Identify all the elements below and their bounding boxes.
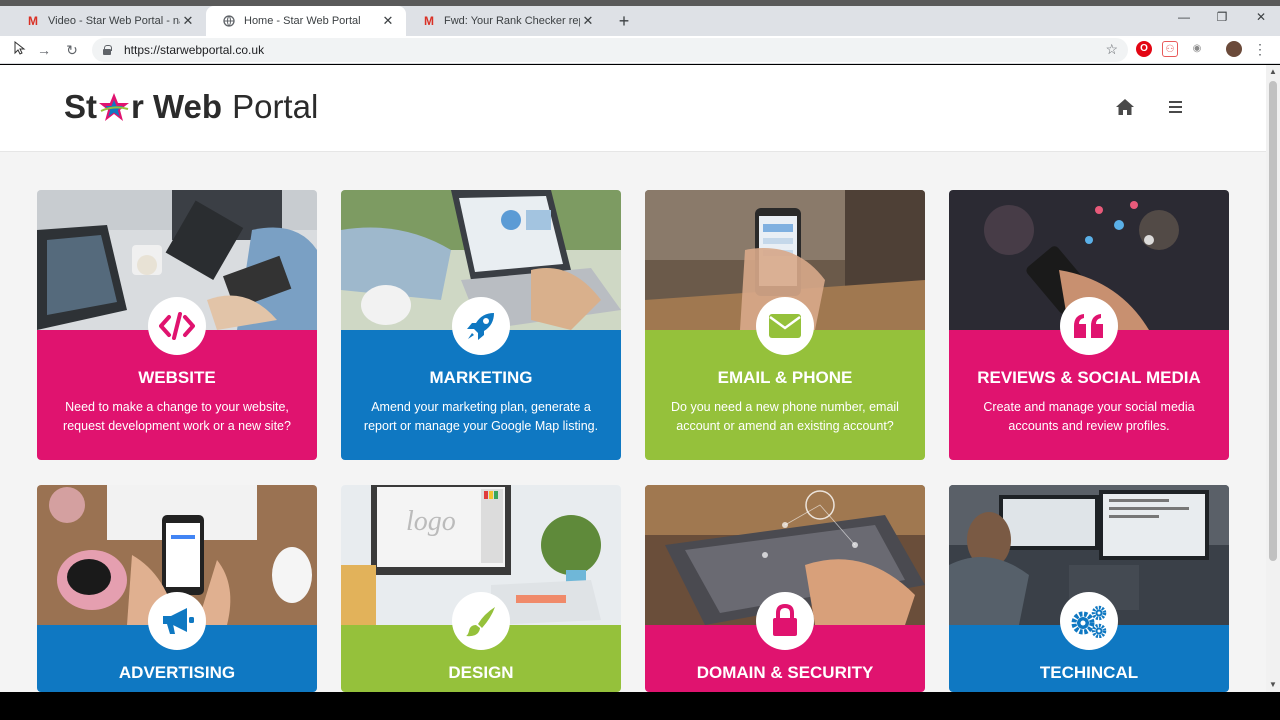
card-title: MARKETING	[429, 368, 533, 387]
card-icon-badge	[452, 592, 510, 650]
gmail-icon: M	[424, 14, 434, 28]
megaphone-icon	[163, 608, 194, 634]
scroll-up-arrow-icon[interactable]: ▲	[1269, 67, 1277, 76]
close-icon[interactable]: ✕	[380, 13, 396, 29]
star-icon	[99, 93, 129, 121]
bottom-bar	[0, 692, 1280, 720]
tab-video-star-web-portal[interactable]: M Video - Star Web Portal - natash ✕	[10, 6, 206, 36]
logo-text-st: St	[64, 88, 97, 125]
tab-title: Home - Star Web Portal	[244, 15, 361, 27]
forward-button[interactable]: →	[34, 40, 54, 60]
gmail-icon: M	[28, 14, 38, 28]
url-text[interactable]: https://starwebportal.co.uk	[124, 43, 264, 57]
card-title: TECHINCAL	[1039, 663, 1139, 682]
camera-icon[interactable]: ◉	[1189, 41, 1205, 57]
card-icon-badge	[148, 297, 206, 355]
rocket-icon	[467, 313, 494, 340]
browser-menu-icon[interactable]: ⋮	[1252, 41, 1268, 57]
card-title: REVIEWS & SOCIAL MEDIA	[977, 368, 1201, 387]
card-icon-badge	[1060, 297, 1118, 355]
window-close-button[interactable]: ✕	[1251, 10, 1271, 24]
card-icon-badge	[756, 297, 814, 355]
logo-text-portal: Portal	[232, 88, 319, 125]
minimize-button[interactable]: —	[1174, 10, 1194, 24]
card-website[interactable]: WEBSITE Need to make a change to your we…	[37, 190, 317, 460]
bookmark-star-icon[interactable]: ☆	[1105, 41, 1118, 58]
quote-icon	[1074, 314, 1103, 338]
back-button[interactable]	[10, 40, 30, 60]
card-advertising[interactable]: ADVERTISING	[37, 485, 317, 692]
close-icon[interactable]: ✕	[180, 13, 196, 29]
card-email-phone[interactable]: EMAIL & PHONE Do you need a new phone nu…	[645, 190, 925, 460]
card-domain-security[interactable]: DOMAIN & SECURITY	[645, 485, 925, 692]
web-page: St r Web Portal WEBSITE Need to make a c…	[0, 65, 1266, 692]
code-icon	[159, 312, 195, 340]
tab-home-star-web-portal[interactable]: Home - Star Web Portal ✕	[206, 6, 406, 36]
card-technical[interactable]: TECHINCAL	[949, 485, 1229, 692]
svg-text:logo: logo	[406, 506, 456, 537]
card-title: WEBSITE	[138, 368, 216, 387]
card-title: DOMAIN & SECURITY	[696, 663, 874, 682]
envelope-icon	[769, 314, 801, 338]
avatar[interactable]	[1226, 41, 1242, 57]
tab-fwd-rank-checker[interactable]: M Fwd: Your Rank Checker report 'T ✕	[406, 6, 606, 36]
card-description: Do you need a new phone number, email ac…	[671, 400, 899, 433]
card-description: Amend your marketing plan, generate a re…	[363, 400, 599, 433]
logo-text-r-web: r Web	[131, 88, 223, 125]
page-scrollbar[interactable]: ▲ ▼	[1266, 65, 1280, 692]
new-tab-button[interactable]: +	[614, 12, 634, 32]
card-icon-badge	[756, 592, 814, 650]
browser-toolbar: → ↻ https://starwebportal.co.uk ☆ O ⚇ ◉ …	[0, 36, 1280, 64]
card-icon-badge	[1060, 592, 1118, 650]
card-icon-badge	[148, 592, 206, 650]
home-icon[interactable]	[1115, 98, 1135, 116]
reload-button[interactable]: ↻	[62, 40, 82, 60]
extension-icon[interactable]: ⚇	[1162, 41, 1178, 57]
site-header: St r Web Portal	[0, 65, 1266, 152]
close-icon[interactable]: ✕	[580, 13, 596, 29]
card-description: Create and manage your social media acco…	[983, 400, 1195, 433]
lock-icon	[773, 604, 797, 636]
opera-extension-icon[interactable]: O	[1136, 41, 1152, 57]
card-description: Need to make a change to your website, r…	[63, 400, 291, 433]
menu-icon[interactable]	[1169, 101, 1182, 113]
globe-icon	[222, 14, 236, 28]
card-title: EMAIL & PHONE	[717, 368, 853, 387]
card-icon-badge	[452, 297, 510, 355]
tab-title: Fwd: Your Rank Checker report 'T	[444, 15, 580, 27]
address-bar[interactable]: https://starwebportal.co.uk ☆	[92, 38, 1128, 62]
lock-icon	[102, 45, 112, 55]
card-title: ADVERTISING	[118, 663, 236, 682]
card-title: DESIGN	[448, 663, 514, 682]
scroll-down-arrow-icon[interactable]: ▼	[1269, 680, 1277, 689]
browser-tab-strip: M Video - Star Web Portal - natash ✕ Hom…	[0, 0, 1280, 36]
gears-icon	[1071, 605, 1107, 638]
card-design[interactable]: logo DESIGN	[341, 485, 621, 692]
tab-title: Video - Star Web Portal - natash	[48, 15, 180, 27]
paintbrush-icon	[466, 607, 495, 637]
card-marketing[interactable]: MARKETING Amend your marketing plan, gen…	[341, 190, 621, 460]
cursor-icon	[14, 40, 26, 55]
card-reviews-social-media[interactable]: REVIEWS & SOCIAL MEDIA Create and manage…	[949, 190, 1229, 460]
site-logo[interactable]: St r Web Portal	[64, 85, 318, 129]
maximize-button[interactable]: ❐	[1212, 10, 1232, 24]
scrollbar-thumb[interactable]	[1269, 81, 1277, 561]
